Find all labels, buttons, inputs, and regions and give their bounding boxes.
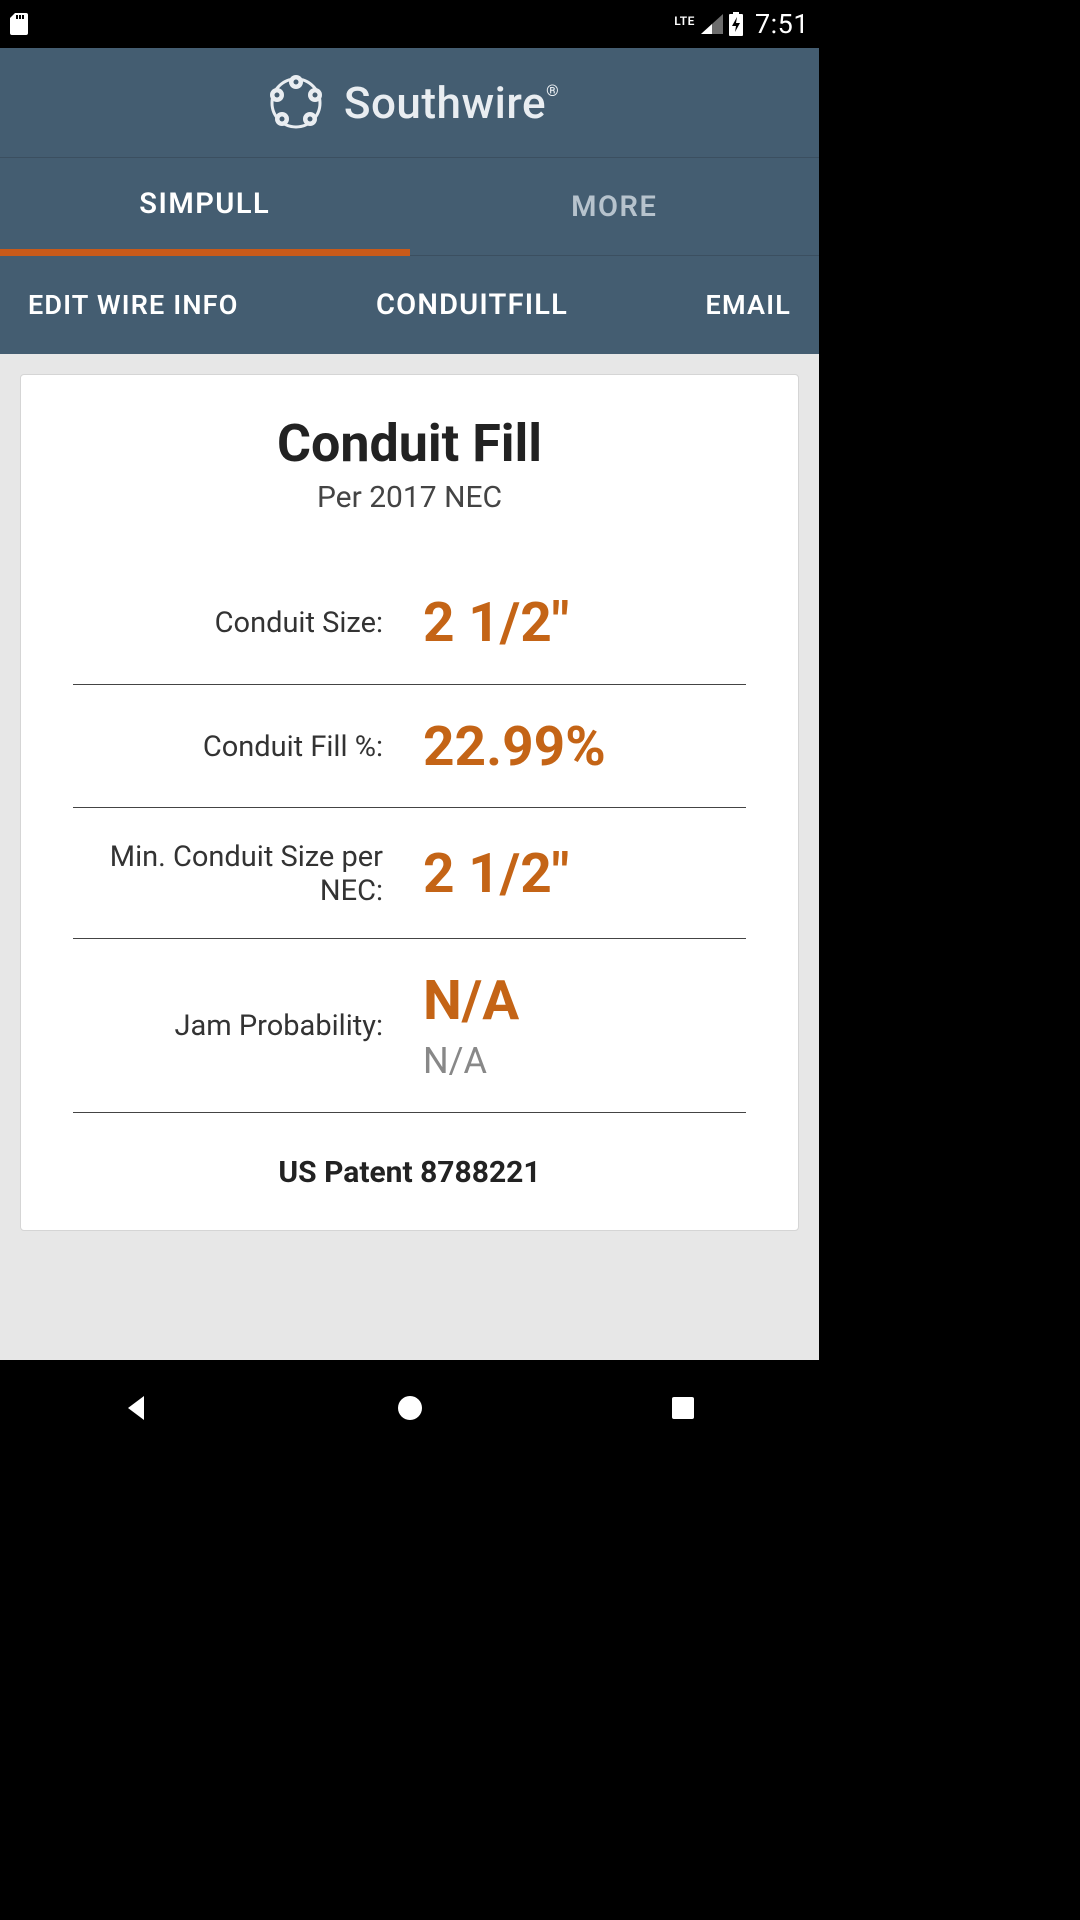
battery-charging-icon — [729, 12, 743, 36]
row-label: Jam Probability: — [73, 1009, 423, 1043]
nav-back-button[interactable] — [77, 1378, 197, 1438]
brand-logo-icon — [260, 67, 332, 139]
result-card: Conduit Fill Per 2017 NEC Conduit Size: … — [20, 374, 799, 1231]
android-nav-bar — [0, 1360, 819, 1456]
row-value: N/A — [423, 971, 746, 1032]
row-value: 2 1/2" — [423, 593, 746, 654]
brand: Southwire® — [260, 67, 559, 139]
signal-icon — [701, 14, 723, 34]
conduitfill-label: CONDUITFILL — [376, 288, 568, 322]
row-jam-probability: Jam Probability: N/A N/A — [73, 939, 746, 1113]
row-label: Conduit Size: — [73, 606, 423, 640]
tab-simpull[interactable]: SIMPULL — [0, 158, 410, 256]
app-header: Southwire® — [0, 48, 819, 158]
card-title: Conduit Fill — [73, 413, 746, 474]
patent-label: US Patent 8788221 — [73, 1155, 746, 1190]
tab-more[interactable]: MORE — [410, 158, 820, 256]
back-icon — [122, 1393, 152, 1423]
home-icon — [396, 1394, 424, 1422]
edit-wire-info-button[interactable]: EDIT WIRE INFO — [28, 289, 239, 321]
card-subtitle: Per 2017 NEC — [73, 480, 746, 515]
network-label: LTE — [674, 14, 695, 28]
email-button[interactable]: EMAIL — [706, 289, 791, 321]
row-fill-percent: Conduit Fill %: 22.99% — [73, 685, 746, 809]
row-value: 22.99% — [423, 717, 746, 778]
tab-bar: SIMPULL MORE — [0, 158, 819, 256]
nav-recent-button[interactable] — [623, 1378, 743, 1438]
row-label: Conduit Fill %: — [73, 730, 423, 764]
brand-name: Southwire® — [344, 77, 559, 129]
nav-home-button[interactable] — [350, 1378, 470, 1438]
row-subvalue: N/A — [423, 1040, 746, 1082]
content-area: Conduit Fill Per 2017 NEC Conduit Size: … — [0, 354, 819, 1360]
row-conduit-size: Conduit Size: 2 1/2" — [73, 561, 746, 685]
status-right: LTE 7:51 — [674, 8, 809, 40]
status-left — [10, 13, 28, 35]
row-min-conduit-size: Min. Conduit Size per NEC: 2 1/2" — [73, 808, 746, 939]
clock: 7:51 — [755, 8, 809, 40]
row-value: 2 1/2" — [423, 844, 746, 905]
status-bar: LTE 7:51 — [0, 0, 819, 48]
sd-card-icon — [10, 13, 28, 35]
action-bar: EDIT WIRE INFO CONDUITFILL EMAIL — [0, 256, 819, 354]
row-label: Min. Conduit Size per NEC: — [73, 840, 423, 908]
recent-icon — [670, 1395, 696, 1421]
